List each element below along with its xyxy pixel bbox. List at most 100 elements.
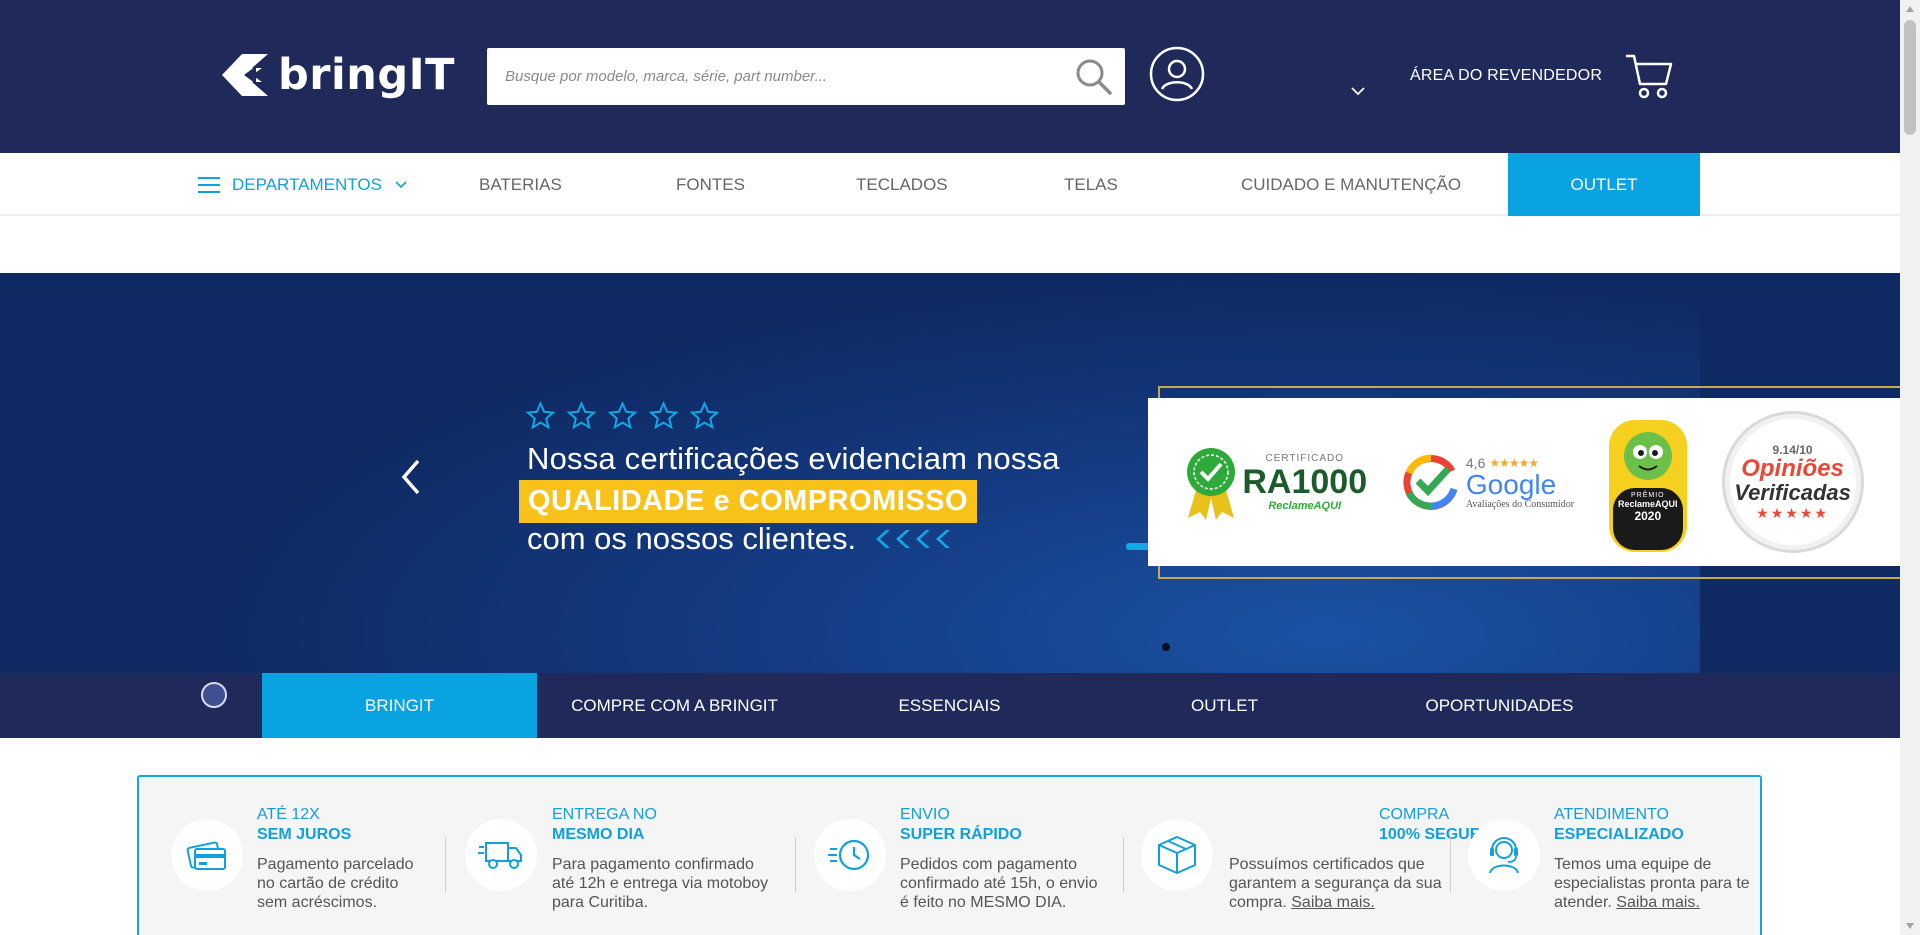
- benefit-title: ATÉ 12X SEM JUROS: [257, 805, 351, 845]
- benefit-title: ATENDIMENTO ESPECIALIZADO: [1554, 805, 1684, 845]
- nav-item-teclados[interactable]: TECLADOS: [856, 153, 948, 216]
- nav-item-fontes[interactable]: FONTES: [676, 153, 745, 216]
- saiba-mais-link[interactable]: Saiba mais.: [1291, 894, 1375, 911]
- star-icon: [566, 401, 597, 430]
- ra-big-label: RA1000: [1242, 462, 1368, 501]
- premio-trophy-icon: [1608, 419, 1687, 552]
- hamburger-icon: [198, 176, 220, 193]
- premio-year-label: 2020: [1634, 508, 1662, 523]
- google-name: Google: [1465, 468, 1557, 500]
- package-box-icon: [1141, 819, 1213, 891]
- credit-card-icon: [171, 819, 243, 891]
- scroll-up-arrow-icon[interactable]: [1905, 4, 1915, 14]
- benefit-subtitle: ESPECIALIZADO: [1554, 826, 1684, 843]
- benefit-title-text: COMPRA: [1379, 806, 1450, 823]
- benefit-title: ENVIO SUPER RÁPIDO: [900, 805, 1022, 845]
- star-icon: [648, 401, 679, 430]
- nav-item-outlet[interactable]: OUTLET: [1508, 153, 1700, 216]
- page-scrollbar[interactable]: [1900, 0, 1920, 935]
- premio-reclameaqui-badge: PRÊMIO ReclameAQUI 2020: [1607, 418, 1689, 552]
- carousel-dot[interactable]: [1162, 643, 1170, 651]
- premio-name-label: ReclameAQUI: [1618, 498, 1678, 509]
- hero-subline: com os nossos clientes.: [527, 521, 956, 557]
- tab-compre-com-a-bringit[interactable]: COMPRE COM A BRINGIT: [537, 673, 812, 738]
- saiba-mais-link[interactable]: Saiba mais.: [1616, 894, 1700, 911]
- tab-oportunidades[interactable]: OPORTUNIDADES: [1362, 673, 1637, 738]
- search-icon[interactable]: [1073, 56, 1115, 98]
- benefit-item: ENVIO SUPER RÁPIDO Pedidos com pagamento…: [799, 777, 1119, 935]
- departments-label: DEPARTAMENTOS: [232, 174, 382, 194]
- scroll-down-arrow-icon[interactable]: [1905, 921, 1915, 931]
- benefits-bar: ATÉ 12X SEM JUROS Pagamento parcelado no…: [137, 775, 1762, 935]
- benefit-item: ATENDIMENTO ESPECIALIZADO Temos uma equi…: [1454, 777, 1759, 935]
- premio-top-label: PRÊMIO: [1630, 491, 1665, 499]
- search-box: [487, 48, 1125, 105]
- nav-item-cuidado-manutencao[interactable]: CUIDADO E MANUTENÇÃO: [1241, 153, 1461, 216]
- google-check-icon: [1403, 454, 1458, 510]
- headset-agent-icon: [1468, 819, 1540, 891]
- star-icon: [689, 401, 720, 430]
- floating-circle-button[interactable]: [201, 682, 227, 708]
- opinioes-stars-icon: ★★★★★: [1756, 504, 1829, 521]
- benefit-desc-text: Pagamento parcelado no cartão de crédito…: [257, 856, 414, 911]
- benefit-title-text: ENTREGA NO: [552, 806, 657, 823]
- page: bringIT ÁREA DO REVENDEDOR: [0, 0, 1900, 935]
- star-icon: [607, 401, 638, 430]
- tab-bringit[interactable]: BRINGIT: [262, 673, 537, 738]
- google-rating-badge: 4,6 ★★★★★ Google Avaliações do Consumido…: [1400, 451, 1574, 513]
- ra-small-label: CERTIFICADO: [1265, 452, 1345, 464]
- user-account-icon[interactable]: [1148, 45, 1206, 103]
- benefit-title: ENTREGA NO MESMO DIA: [552, 805, 657, 845]
- nav-item-telas[interactable]: TELAS: [1064, 153, 1118, 216]
- divider: [1123, 837, 1124, 892]
- opinioes-verificadas-badge: 9.14/10 Opiniões Verificadas ★★★★★: [1721, 411, 1864, 553]
- hero-slide[interactable]: Nossa certificações evidenciam nossa QUA…: [200, 273, 1900, 673]
- divider: [795, 837, 796, 892]
- benefit-subtitle: MESMO DIA: [552, 826, 645, 843]
- benefit-subtitle: SUPER RÁPIDO: [900, 826, 1022, 843]
- search-input[interactable]: [487, 48, 1047, 105]
- benefit-desc: Pedidos com pagamento confirmado até 15h…: [900, 855, 1110, 912]
- tab-essenciais[interactable]: ESSENCIAIS: [812, 673, 1087, 738]
- bringit-logo-icon: [222, 54, 268, 96]
- fast-clock-icon: [814, 819, 886, 891]
- carousel-prev-chevron-icon[interactable]: [396, 453, 426, 501]
- logo-text: bringIT: [278, 50, 455, 100]
- benefit-title-text: ENVIO: [900, 806, 950, 823]
- benefit-item: ENTREGA NO MESMO DIA Para pagamento conf…: [439, 777, 779, 935]
- benefit-desc: Pagamento parcelado no cartão de crédito…: [257, 855, 422, 912]
- chevrons-left-icon: [876, 530, 951, 548]
- chevron-down-icon[interactable]: [1350, 84, 1366, 98]
- google-stars-icon: ★★★★★: [1489, 455, 1539, 470]
- tab-outlet[interactable]: OUTLET: [1087, 673, 1362, 738]
- hero-headline: Nossa certificações evidenciam nossa: [527, 441, 1060, 476]
- opinioes-line2: Verificadas: [1734, 479, 1851, 505]
- benefit-desc-text: Pedidos com pagamento confirmado até 15h…: [900, 856, 1098, 911]
- hero-banner: Nossa certificações evidenciam nossa QUA…: [0, 273, 1900, 673]
- star-icon: [525, 401, 556, 430]
- hero-subline-text: com os nossos clientes.: [527, 521, 857, 556]
- google-sub: Avaliações do Consumidor: [1465, 498, 1575, 510]
- benefit-desc: Possuímos certificados que garantem a se…: [1229, 855, 1444, 912]
- departments-menu[interactable]: DEPARTAMENTOS: [198, 153, 408, 216]
- award-ribbon-icon: [1187, 448, 1236, 520]
- bringit-logo[interactable]: bringIT: [222, 50, 455, 100]
- scrollbar-thumb[interactable]: [1904, 20, 1916, 135]
- benefit-desc: Temos uma equipe de especialistas pronta…: [1554, 855, 1754, 912]
- rating-stars: [525, 401, 720, 431]
- certifications-panel: CERTIFICADO RA1000 ReclameAQUI 4,6 ★★★★★…: [1148, 398, 1900, 566]
- reseller-area-link[interactable]: ÁREA DO REVENDEDOR: [1410, 67, 1602, 85]
- benefit-desc: Para pagamento confirmado até 12h e entr…: [552, 855, 777, 912]
- chevron-down-icon: [395, 180, 407, 188]
- ra-sub-label: ReclameAQUI: [1268, 499, 1342, 512]
- main-nav: DEPARTAMENTOS BATERIAS FONTES TECLADOS T…: [0, 153, 1900, 216]
- benefit-title-text: ATENDIMENTO: [1554, 806, 1669, 823]
- benefit-subtitle: SEM JUROS: [257, 826, 352, 843]
- delivery-truck-icon: [465, 819, 537, 891]
- shopping-cart-icon[interactable]: [1624, 52, 1674, 100]
- divider: [1450, 837, 1451, 892]
- nav-item-baterias[interactable]: BATERIAS: [479, 153, 562, 216]
- category-tabs: BRINGIT COMPRE COM A BRINGIT ESSENCIAIS …: [0, 673, 1900, 738]
- benefit-item: ATÉ 12X SEM JUROS Pagamento parcelado no…: [139, 777, 439, 935]
- opinioes-line1: Opiniões: [1741, 454, 1844, 482]
